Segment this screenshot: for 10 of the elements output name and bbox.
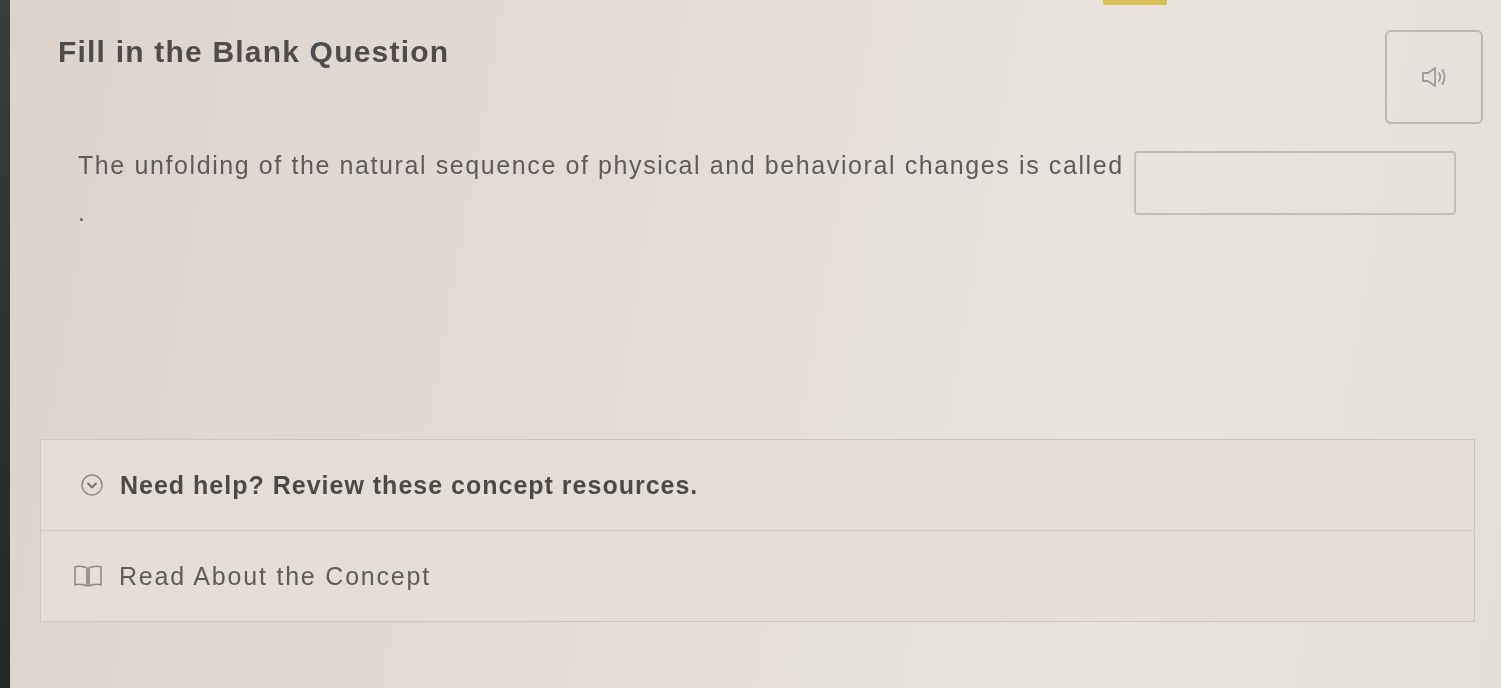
answer-field[interactable] <box>1133 151 1456 215</box>
sentence-end-text: . <box>78 201 86 223</box>
speaker-icon <box>1421 66 1447 88</box>
question-title: Fill in the Blank Question <box>58 34 450 70</box>
help-toggle[interactable]: Need help? Review these concept resources. <box>41 440 699 530</box>
concept-link[interactable]: Read About the Concept <box>73 561 432 591</box>
audio-button[interactable] <box>1385 30 1483 124</box>
accent-bar <box>1103 0 1167 5</box>
question-text: The unfolding of the natural sequence of physical and behavioral changes is called <box>78 150 1124 180</box>
book-icon <box>73 564 103 588</box>
